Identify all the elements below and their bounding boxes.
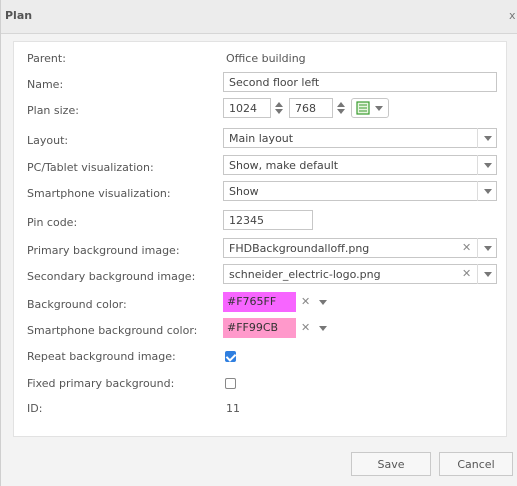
plan-height-stepper[interactable]: [333, 98, 349, 118]
dialog-titlebar: Plan x: [1, 0, 517, 34]
clear-icon[interactable]: ✕: [301, 295, 310, 308]
checkmark-icon: [225, 351, 237, 362]
clear-icon[interactable]: ✕: [462, 241, 471, 254]
secondary-bg-label: Secondary background image:: [27, 270, 196, 283]
pin-code-label: Pin code:: [27, 216, 78, 229]
chevron-down-icon[interactable]: [319, 326, 327, 331]
smartphone-vis-label: Smartphone visualization:: [27, 187, 171, 200]
smartphone-vis-select[interactable]: Show: [223, 181, 497, 201]
save-button[interactable]: Save: [351, 452, 431, 476]
chevron-down-icon: [483, 245, 492, 251]
chevron-down-icon: [483, 271, 492, 277]
chevron-down-icon[interactable]: [319, 300, 327, 305]
fixed-bg-label: Fixed primary background:: [27, 377, 175, 390]
name-input[interactable]: Second floor left: [223, 72, 497, 92]
chevron-down-icon: [375, 106, 383, 111]
pc-tablet-dropdown-arrow[interactable]: [477, 155, 497, 175]
smartphone-bg-color-swatch-input[interactable]: #FF99CB: [223, 318, 296, 338]
pc-tablet-label: PC/Tablet visualization:: [27, 161, 154, 174]
plan-dialog: Plan x Parent: Office building Name: Sec…: [0, 0, 517, 486]
close-icon[interactable]: x: [509, 9, 516, 22]
smartphone-vis-dropdown-arrow[interactable]: [477, 181, 497, 201]
chevron-down-icon: [483, 135, 492, 141]
repeat-bg-label: Repeat background image:: [27, 350, 176, 363]
secondary-bg-dropdown-arrow[interactable]: [477, 264, 497, 284]
primary-bg-dropdown-arrow[interactable]: [477, 238, 497, 258]
clear-icon[interactable]: ✕: [462, 267, 471, 280]
layout-dropdown-arrow[interactable]: [477, 128, 497, 148]
parent-label: Parent:: [27, 52, 66, 65]
fixed-bg-checkbox[interactable]: [225, 378, 236, 389]
id-label: ID:: [27, 402, 43, 415]
smartphone-bg-color-label: Smartphone background color:: [27, 324, 198, 337]
primary-bg-label: Primary background image:: [27, 244, 180, 257]
name-label: Name:: [27, 78, 64, 91]
plan-size-preset-button[interactable]: [351, 98, 389, 118]
plan-height-input[interactable]: 768: [289, 98, 333, 118]
chevron-down-icon: [483, 162, 492, 168]
clear-icon[interactable]: ✕: [301, 321, 310, 334]
pc-tablet-select[interactable]: Show, make default: [223, 155, 497, 175]
bg-color-swatch-input[interactable]: #F765FF: [223, 292, 296, 312]
plan-width-stepper[interactable]: [271, 98, 287, 118]
secondary-bg-select[interactable]: schneider_electric-logo.png: [223, 264, 497, 284]
chevron-down-icon: [483, 188, 492, 194]
pin-code-input[interactable]: 12345: [223, 210, 313, 230]
plan-size-label: Plan size:: [27, 104, 79, 117]
parent-value: Office building: [226, 52, 306, 65]
layout-select[interactable]: Main layout: [223, 128, 497, 148]
repeat-bg-checkbox[interactable]: [225, 351, 237, 362]
plan-width-input[interactable]: 1024: [223, 98, 271, 118]
dialog-title: Plan: [5, 9, 33, 22]
layout-grid-icon: [356, 101, 370, 115]
cancel-button[interactable]: Cancel: [439, 452, 513, 476]
id-value: 11: [226, 402, 240, 415]
bg-color-label: Background color:: [27, 298, 127, 311]
layout-label: Layout:: [27, 134, 69, 147]
primary-bg-select[interactable]: FHDBackgroundalloff.png: [223, 238, 497, 258]
